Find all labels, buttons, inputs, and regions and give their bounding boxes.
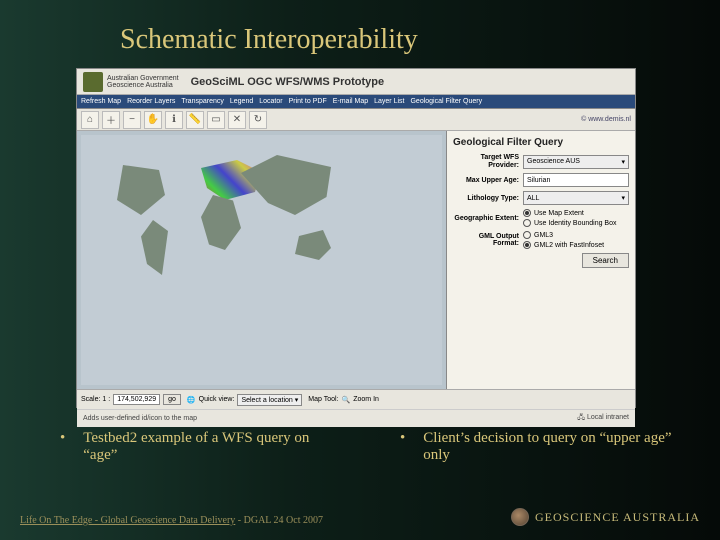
chevron-down-icon: ▾: [621, 194, 625, 202]
slide-bullets: • Testbed2 example of a WFS query on “ag…: [60, 430, 680, 464]
quickview-select[interactable]: Select a location ▾: [237, 394, 302, 406]
gov-text: Australian Government Geoscience Austral…: [107, 75, 179, 89]
footer-link: Life On The Edge - Global Geoscience Dat…: [20, 515, 235, 526]
menu-email[interactable]: E-mail Map: [333, 98, 368, 105]
provider-value: Geoscience AUS: [527, 158, 580, 165]
map-pane[interactable]: [77, 131, 447, 389]
radio-icon: [523, 231, 531, 239]
tool-refresh-icon[interactable]: ↻: [249, 111, 267, 129]
status-text: Adds user-defined id/icon to the map: [83, 415, 197, 422]
tool-zoom-out-icon[interactable]: −: [123, 111, 141, 129]
extent-radio-bbox[interactable]: Use Identity Bounding Box: [523, 219, 629, 227]
chevron-down-icon: ▾: [621, 158, 625, 166]
continent-na: [111, 165, 171, 215]
menu-refresh[interactable]: Refresh Map: [81, 98, 121, 105]
toolbar: ⌂ ＋ − ✋ ℹ 📏 ▭ ✕ ↻ © www.demis.nl: [77, 109, 635, 131]
search-button[interactable]: Search: [582, 253, 629, 268]
tool-measure-icon[interactable]: 📏: [186, 111, 204, 129]
world-map: [81, 135, 442, 385]
menu-legend[interactable]: Legend: [230, 98, 253, 105]
footer-left: Life On The Edge - Global Geoscience Dat…: [20, 515, 323, 526]
extent-radio-map[interactable]: Use Map Extent: [523, 209, 629, 217]
menu-geofilter[interactable]: Geological Filter Query: [410, 98, 482, 105]
globe-icon: 🌐: [187, 396, 196, 404]
bullet-icon: •: [60, 430, 65, 464]
tool-home-icon[interactable]: ⌂: [81, 111, 99, 129]
map-credit: © www.demis.nl: [581, 116, 631, 123]
maptool-label: Map Tool:: [308, 396, 338, 403]
tool-clear-icon[interactable]: ✕: [228, 111, 246, 129]
tool-identify-icon[interactable]: ℹ: [165, 111, 183, 129]
menu-print[interactable]: Print to PDF: [289, 98, 327, 105]
provider-label: Target WFS Provider:: [453, 154, 519, 169]
scale-label: Scale: 1 :: [81, 396, 110, 403]
zone-text: 🖧 Local intranet: [577, 413, 629, 424]
content-area: Geological Filter Query Target WFS Provi…: [77, 131, 635, 389]
gov-line2: Geoscience Australia: [107, 82, 179, 89]
org-name: GEOSCIENCE AUSTRALIA: [535, 510, 700, 525]
radio-icon: [523, 241, 531, 249]
gml-radio-gml3[interactable]: GML3: [523, 231, 629, 239]
slide-title: Schematic Interoperability: [120, 24, 418, 56]
menubar: Refresh Map Reorder Layers Transparency …: [77, 95, 635, 109]
app-title: GeoSciML OGC WFS/WMS Prototype: [191, 76, 385, 88]
scale-go-button[interactable]: go: [163, 394, 181, 405]
maxage-input[interactable]: Silurian: [523, 173, 629, 187]
bullet-text-2: Client’s decision to query on “upper age…: [423, 430, 680, 464]
browser-statusbar: Adds user-defined id/icon to the map 🖧 L…: [77, 409, 635, 427]
provider-select[interactable]: Geoscience AUS ▾: [523, 155, 629, 169]
continent-as: [241, 155, 331, 215]
scale-input[interactable]: 174,502,929: [113, 394, 160, 405]
bullet-text-1: Testbed2 example of a WFS query on “age”: [83, 430, 340, 464]
org-logo: GEOSCIENCE AUSTRALIA: [511, 508, 700, 526]
continent-af: [201, 195, 241, 250]
menu-reorder[interactable]: Reorder Layers: [127, 98, 175, 105]
maxage-label: Max Upper Age:: [453, 177, 519, 185]
maptool-value: Zoom In: [353, 396, 379, 403]
maxage-value: Silurian: [527, 177, 550, 184]
menu-layerlist[interactable]: Layer List: [374, 98, 404, 105]
slide-footer: Life On The Edge - Global Geoscience Dat…: [20, 508, 700, 526]
statusbar: Scale: 1 : 174,502,929 go 🌐 Quick view: …: [77, 389, 635, 409]
tool-pan-icon[interactable]: ✋: [144, 111, 162, 129]
gml-label: GML Output Format:: [453, 233, 519, 248]
tool-select-icon[interactable]: ▭: [207, 111, 225, 129]
menu-transparency[interactable]: Transparency: [181, 98, 224, 105]
intranet-icon: 🖧: [577, 414, 585, 421]
site-header: Australian Government Geoscience Austral…: [77, 69, 635, 95]
bullet-right: • Client’s decision to query on “upper a…: [400, 430, 680, 464]
continent-sa: [141, 220, 171, 275]
bullet-icon: •: [400, 430, 405, 464]
extent-label: Geographic Extent:: [453, 215, 519, 223]
gml-radio-gml2[interactable]: GML2 with FastInfoset: [523, 241, 629, 249]
bullet-left: • Testbed2 example of a WFS query on “ag…: [60, 430, 340, 464]
menu-locator[interactable]: Locator: [259, 98, 282, 105]
gml-opt1: GML3: [534, 232, 553, 239]
extent-opt1: Use Map Extent: [534, 210, 584, 217]
quickview-value: Select a location: [241, 397, 292, 404]
continent-au: [291, 230, 331, 260]
globe-logo-icon: [511, 508, 529, 526]
gov-line1: Australian Government: [107, 75, 179, 82]
app-screenshot: Australian Government Geoscience Austral…: [76, 68, 636, 408]
footer-suffix: - DGAL 24 Oct 2007: [235, 515, 323, 526]
gml-opt2: GML2 with FastInfoset: [534, 242, 604, 249]
radio-icon: [523, 219, 531, 227]
zoom-in-icon: 🔍: [342, 396, 351, 404]
litho-value: ALL: [527, 195, 539, 202]
radio-icon: [523, 209, 531, 217]
panel-title: Geological Filter Query: [453, 137, 629, 148]
extent-opt2: Use Identity Bounding Box: [534, 220, 617, 227]
filter-panel: Geological Filter Query Target WFS Provi…: [447, 131, 635, 389]
litho-label: Lithology Type:: [453, 195, 519, 203]
tool-zoom-in-icon[interactable]: ＋: [102, 111, 120, 129]
litho-select[interactable]: ALL ▾: [523, 191, 629, 205]
crest-icon: [83, 72, 103, 92]
quickview-label: Quick view:: [199, 396, 235, 403]
